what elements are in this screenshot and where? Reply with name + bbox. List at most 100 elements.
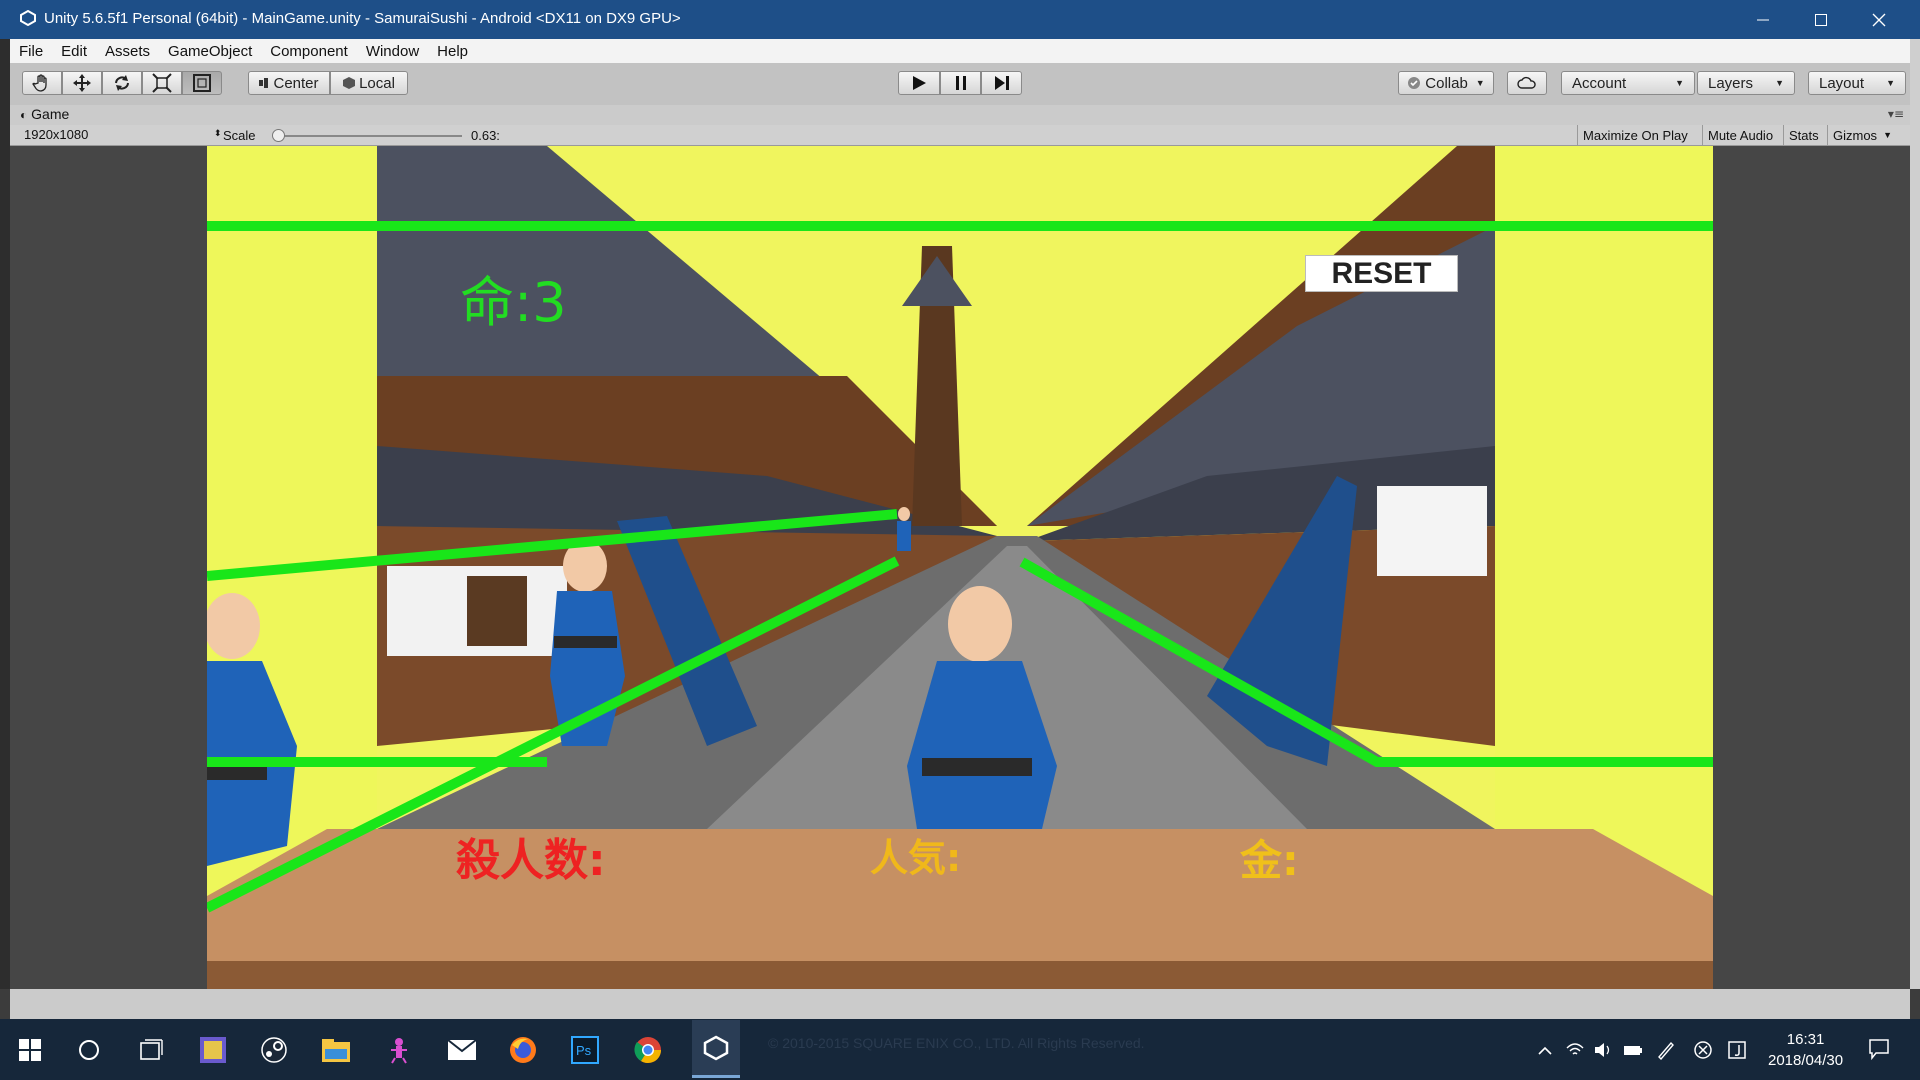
title-bar: Unity 5.6.5f1 Personal (64bit) - MainGam…: [0, 0, 1920, 39]
system-clock[interactable]: 16:31 2018/04/30: [1768, 1029, 1843, 1071]
maximize-button[interactable]: [1792, 0, 1850, 39]
samurai-figure-distant[interactable]: [897, 507, 911, 551]
layers-label: Layers: [1708, 74, 1754, 92]
gizmos-label: Gizmos: [1833, 127, 1878, 143]
stats-label: Stats: [1789, 127, 1819, 143]
move-icon: [73, 74, 91, 92]
windows-taskbar: Ps © 2010-2015 SQUARE ENIX CO., LTD. All…: [0, 1019, 1920, 1080]
menu-help[interactable]: Help: [437, 43, 468, 60]
photoshop-icon: Ps: [571, 1036, 599, 1064]
main-toolbar: Center Local Collab ▼ Account ▼ Layers ▼…: [10, 63, 1910, 105]
scale-slider-track[interactable]: [278, 135, 462, 137]
menu-edit[interactable]: Edit: [61, 43, 87, 60]
pause-button[interactable]: [940, 71, 981, 95]
pen-icon[interactable]: [1656, 1040, 1676, 1060]
mute-audio-toggle[interactable]: Mute Audio: [1702, 125, 1783, 145]
svg-text:Ps: Ps: [576, 1043, 592, 1058]
hand-icon: [32, 74, 47, 92]
rect-tool-button[interactable]: [182, 71, 222, 95]
cloud-icon: [1517, 76, 1536, 89]
game-tab[interactable]: ◐ Game: [20, 106, 69, 122]
ime-icon[interactable]: [1727, 1040, 1747, 1060]
tray-overflow-icon[interactable]: [1535, 1040, 1555, 1060]
dropdown-arrow-icon: ▼: [1475, 78, 1485, 88]
taskbar-firefox[interactable]: [505, 1032, 541, 1068]
close-icon: [1872, 13, 1886, 26]
taskbar-steam[interactable]: [256, 1032, 292, 1068]
play-icon: [913, 76, 926, 90]
wifi-icon[interactable]: [1565, 1040, 1585, 1060]
layout-label: Layout: [1819, 74, 1865, 92]
right-scrollbar[interactable]: [1910, 39, 1920, 989]
space-local-button[interactable]: Local: [330, 71, 408, 95]
game-tab-icon: ◐: [20, 108, 28, 122]
scale-icon: [152, 73, 172, 93]
task-view-button[interactable]: [133, 1032, 169, 1068]
menu-assets[interactable]: Assets: [105, 43, 150, 60]
maximize-icon: [1815, 13, 1827, 26]
taskbar-photoshop[interactable]: Ps: [567, 1032, 603, 1068]
menu-window[interactable]: Window: [366, 43, 419, 60]
layout-dropdown[interactable]: Layout ▼: [1808, 71, 1906, 95]
mute-audio-label: Mute Audio: [1708, 127, 1774, 143]
counter-edge: [207, 961, 1713, 989]
volume-icon[interactable]: [1593, 1040, 1613, 1060]
lives-counter: 命:3: [460, 271, 567, 334]
photo-app-icon: [200, 1037, 226, 1063]
menu-file[interactable]: File: [19, 43, 43, 60]
reset-button[interactable]: RESET: [1305, 255, 1458, 292]
account-label: Account: [1572, 74, 1627, 92]
gizmos-dropdown[interactable]: Gizmos ▼: [1827, 125, 1900, 145]
start-button[interactable]: [12, 1032, 48, 1068]
minimize-button[interactable]: [1734, 0, 1792, 39]
step-button[interactable]: [981, 71, 1022, 95]
xbox-icon[interactable]: [1693, 1040, 1713, 1060]
pivot-center-button[interactable]: Center: [248, 71, 330, 95]
scale-value: 0.63:: [471, 128, 500, 143]
stats-toggle[interactable]: Stats: [1783, 125, 1827, 145]
taskbar-mail[interactable]: [444, 1032, 480, 1068]
dropdown-arrow-icon: ▼: [1886, 78, 1895, 88]
maximize-on-play-toggle[interactable]: Maximize On Play: [1577, 125, 1712, 145]
taskbar-game-app[interactable]: [381, 1032, 417, 1068]
layers-dropdown[interactable]: Layers ▼: [1697, 71, 1795, 95]
collab-dropdown[interactable]: Collab ▼: [1398, 71, 1494, 95]
search-circle-icon: [79, 1040, 99, 1060]
menu-component[interactable]: Component: [270, 43, 348, 60]
rotate-icon: [115, 75, 129, 91]
taskbar-photo-app[interactable]: [195, 1032, 231, 1068]
status-bar: [10, 989, 1910, 1019]
clock-date: 2018/04/30: [1768, 1052, 1844, 1069]
dropdown-arrow-icon: ▼: [1775, 78, 1784, 88]
space-label: Local: [359, 74, 395, 92]
scale-slider-handle[interactable]: [272, 129, 285, 142]
firefox-icon: [510, 1037, 536, 1063]
move-tool-button[interactable]: [62, 71, 102, 95]
battery-icon[interactable]: [1623, 1040, 1643, 1060]
resolution-dropdown[interactable]: 1920x1080 ⬍: [24, 127, 222, 142]
cloud-button[interactable]: [1507, 71, 1547, 95]
action-center-icon[interactable]: [1868, 1038, 1890, 1060]
taskbar-chrome[interactable]: [630, 1032, 666, 1068]
pivot-icon: [259, 78, 269, 88]
reset-label: RESET: [1331, 256, 1432, 290]
dropdown-arrow-icon: ▼: [1675, 78, 1684, 88]
account-dropdown[interactable]: Account ▼: [1561, 71, 1695, 95]
mail-icon: [447, 1039, 477, 1060]
search-button[interactable]: [71, 1032, 107, 1068]
game-app-icon: [391, 1038, 407, 1064]
collab-check-icon: [1408, 77, 1421, 89]
hand-tool-button[interactable]: [22, 71, 62, 95]
menu-bar: File Edit Assets GameObject Component Wi…: [10, 39, 1910, 63]
play-button[interactable]: [898, 71, 940, 95]
scale-tool-button[interactable]: [142, 71, 182, 95]
close-button[interactable]: [1850, 0, 1908, 39]
rotate-tool-button[interactable]: [102, 71, 142, 95]
popularity-label: 人気:: [870, 836, 962, 880]
left-window-edge: [0, 39, 10, 989]
menu-gameobject[interactable]: GameObject: [168, 43, 252, 60]
taskbar-file-explorer[interactable]: [318, 1032, 354, 1068]
game-view-toolbar: 1920x1080 ⬍ Scale 0.63: Maximize On Play…: [10, 125, 1910, 146]
panel-menu-icon[interactable]: ▾≡: [1888, 107, 1904, 121]
taskbar-unity[interactable]: [692, 1020, 740, 1078]
